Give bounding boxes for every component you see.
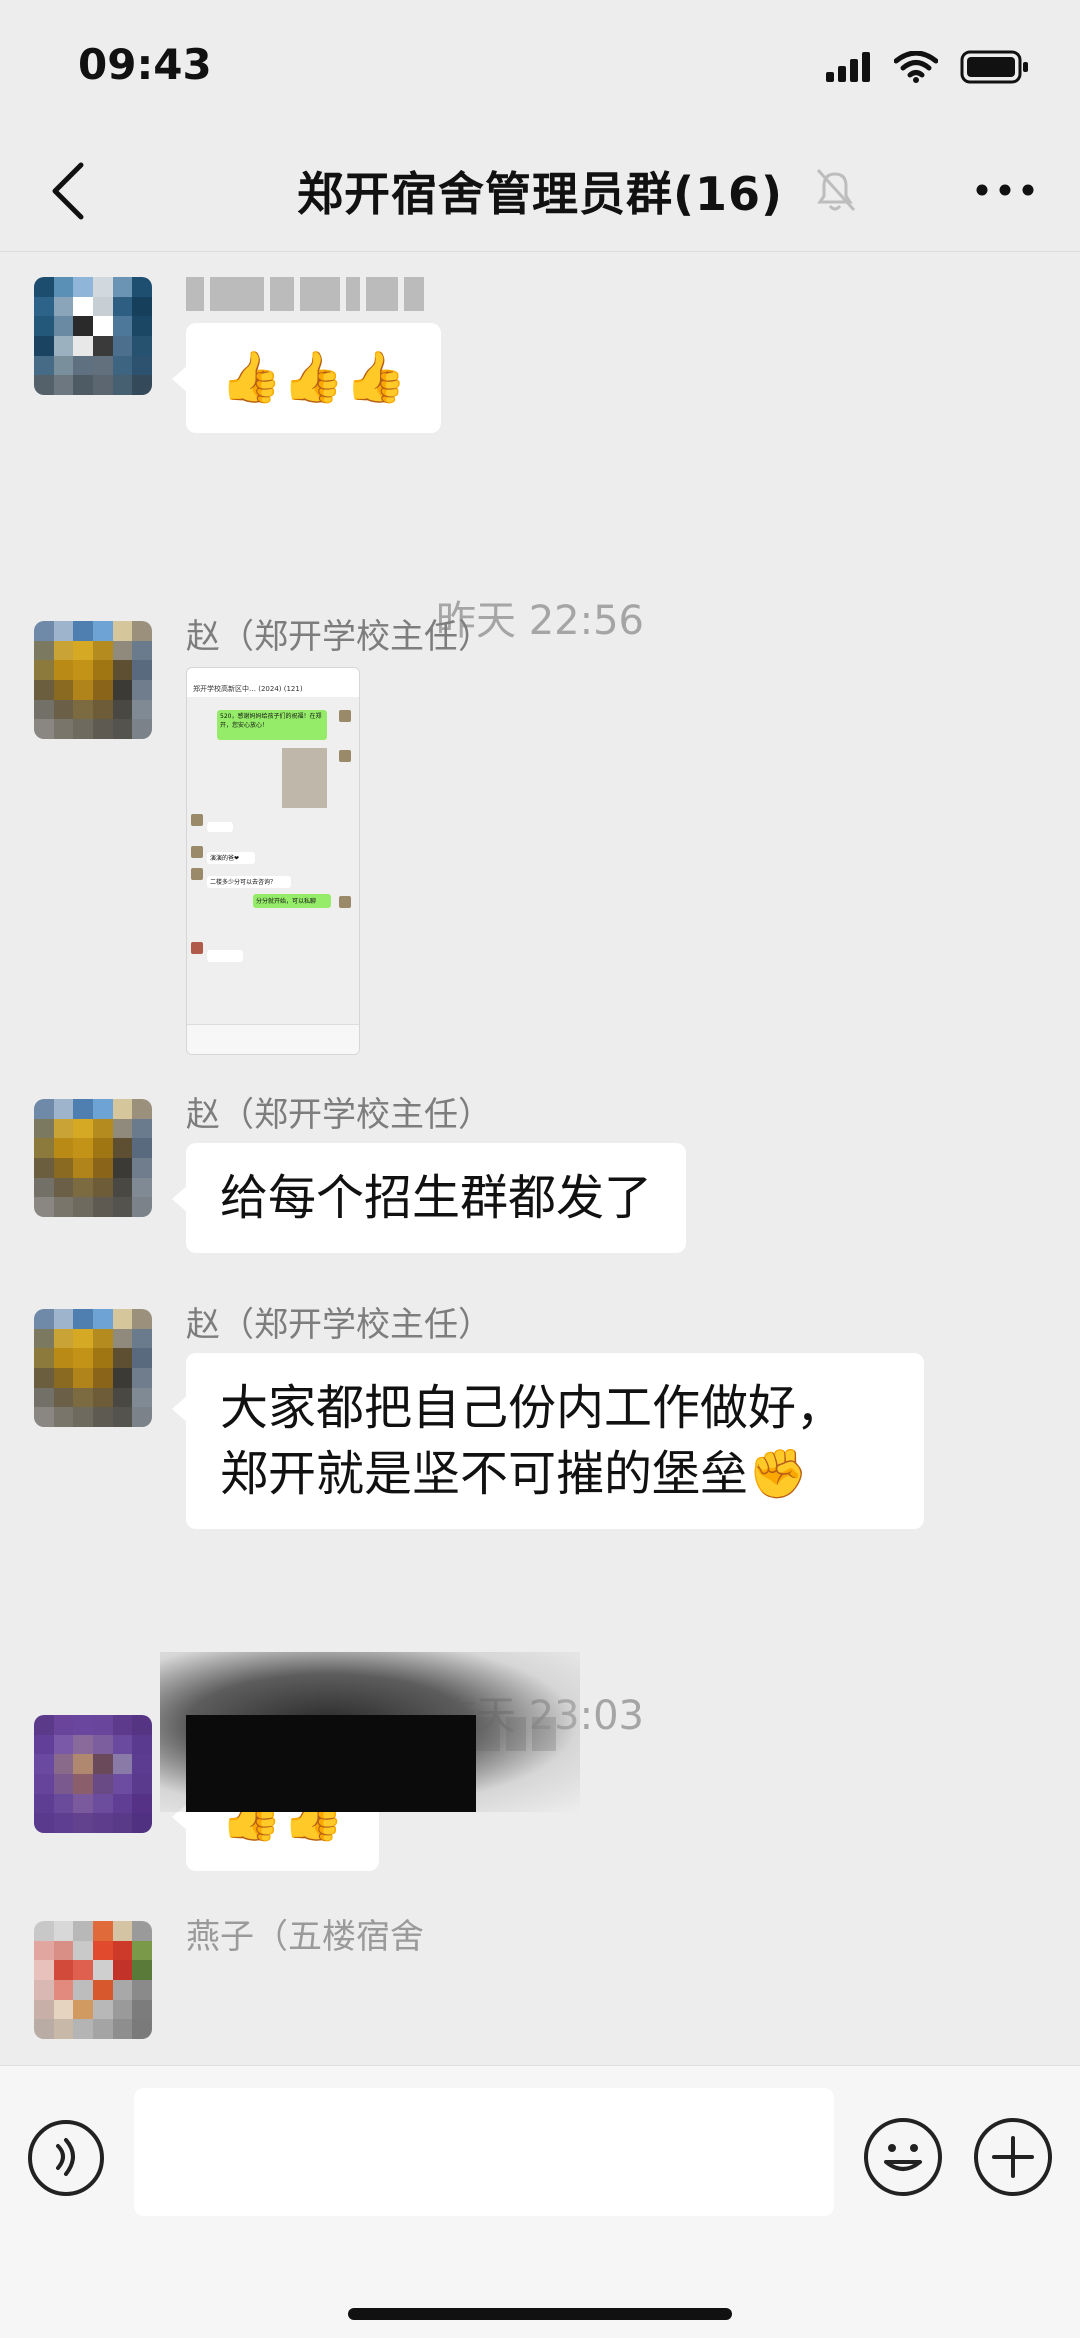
battery-icon [960,50,1028,84]
emoji-button[interactable] [864,2118,942,2196]
thumb-input-bar [187,1024,359,1054]
thumb-body: 520，感谢妈妈给孩子们的祝福！在郑开，您安心放心！ 演演的爸❤ 二楼多少分可以… [187,698,359,1024]
chat-header: 郑开宿舍管理员群(16) [0,130,1080,252]
thumb-avatar [339,750,351,762]
thumb-text1: 520，感谢妈妈给孩子们的祝福！在郑开，您安心放心！ [217,710,327,740]
thumb-header: 郑开学校高新区中… (2024) (121) [187,668,359,698]
message-bubble[interactable]: 大家都把自己份内工作做好， 郑开就是坚不可摧的堡垒✊ [172,1353,924,1529]
emoji-icon [884,2144,922,2171]
status-icons [826,50,1030,84]
status-time: 09:43 [78,40,212,89]
avatar[interactable] [34,1715,152,1833]
thumb-avatar [191,868,203,880]
thumb-avatar [191,846,203,858]
wifi-icon [894,51,938,83]
avatar[interactable] [34,1099,152,1217]
message-text-line2: 郑开就是坚不可摧的堡垒✊ [220,1446,808,1502]
avatar[interactable] [34,1921,152,2039]
voice-icon [56,2138,75,2176]
sender-name: 赵（郑开学校主任） [186,617,492,657]
plus-button[interactable] [974,2118,1052,2196]
message-text: 给每个招生群都发了 [220,1170,653,1226]
voice-button[interactable] [28,2120,104,2196]
home-indicator[interactable] [348,2308,732,2320]
message-text-line1: 大家都把自己份内工作做好， [220,1380,845,1436]
avatar[interactable] [34,277,152,395]
thumb-bubble [207,950,243,962]
message-text: 👍👍👍 [220,348,407,406]
more-dots-icon [976,184,1034,196]
sender-name: 燕子（五楼宿舍 [186,1917,424,1957]
timestamp: 昨天 22:56 [436,598,644,644]
image-message[interactable]: 郑开学校高新区中… (2024) (121) 520，感谢妈妈给孩子们的祝福！在… [186,667,360,1055]
thumb-text2: 演演的爸❤ [207,852,255,864]
group-title: 郑开宿舍管理员群(16) [296,167,784,221]
redaction-box [186,1715,476,1812]
thumb-text3: 二楼多少分可以去咨询？ [207,876,291,888]
sender-name: 赵（郑开学校主任） [186,1095,492,1135]
signal-icon [826,52,870,82]
title-wrap: 郑开宿舍管理员群(16) [0,158,1080,224]
thumb-avatar [339,710,351,722]
status-bar: 09:43 [0,0,1080,130]
message-bubble[interactable]: 给每个招生群都发了 [171,1143,687,1253]
more-button[interactable] [960,160,1050,220]
avatar[interactable] [34,1309,152,1427]
message-bubble[interactable]: 👍👍👍 [172,323,441,433]
message-input[interactable] [134,2088,834,2216]
plus-icon [992,2136,1034,2178]
avatar[interactable] [34,621,152,739]
thumb-title: 郑开学校高新区中… (2024) (121) [193,685,303,693]
thumb-photo [282,748,327,808]
thumb-bubble [207,822,233,832]
mute-bell-icon [816,168,856,212]
input-bar [0,2065,1080,2338]
thumb-avatar [191,942,203,954]
sender-name: 赵（郑开学校主任） [186,1305,492,1345]
thumb-avatar [339,896,351,908]
thumb-text4: 分分就开始，可以私聊 [253,894,331,908]
blurred-sender [186,277,430,311]
thumb-avatar [191,814,203,826]
